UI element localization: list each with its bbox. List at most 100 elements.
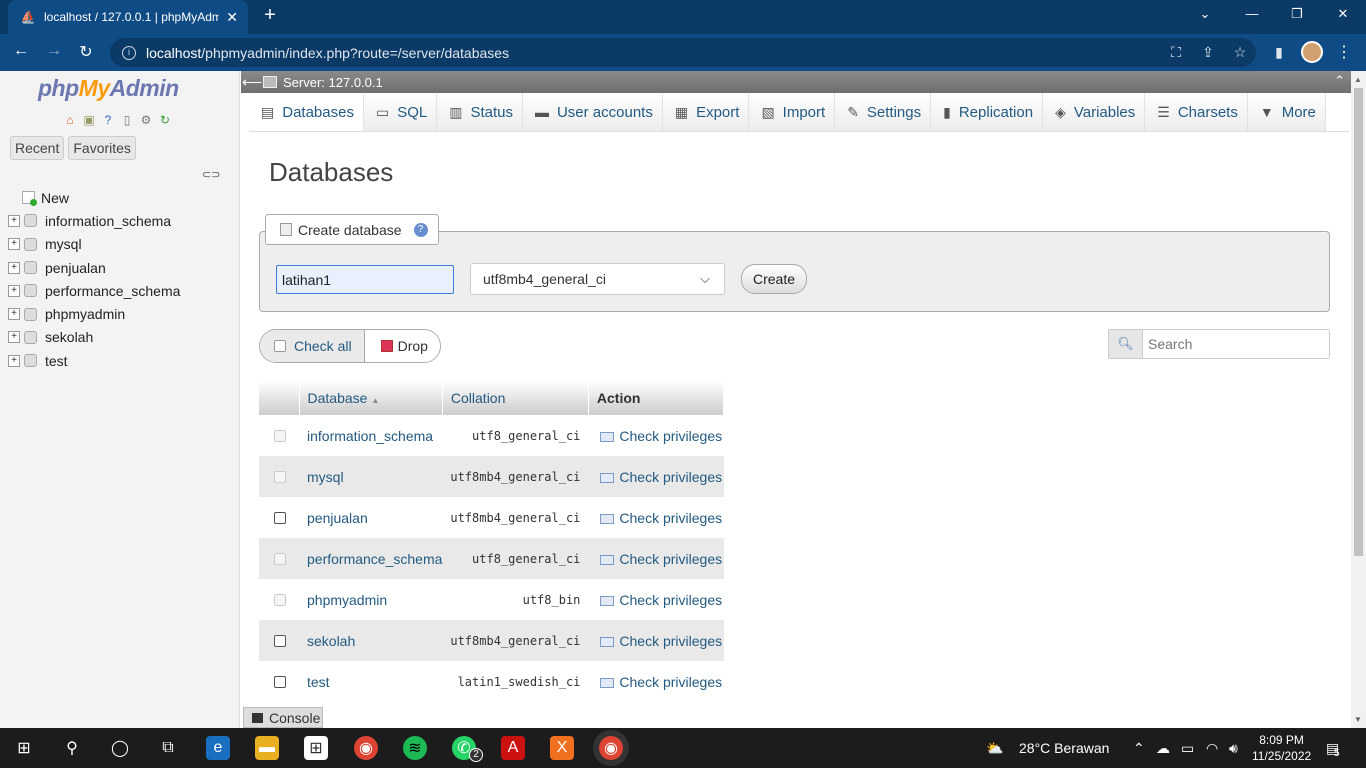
clock[interactable]: 8:09 PM 11/25/2022 (1252, 732, 1311, 764)
tree-item-mysql[interactable]: + mysql (8, 233, 180, 256)
docs-icon[interactable]: ▯ (119, 112, 135, 128)
page-scrollbar[interactable]: ▲ ▼ (1351, 71, 1366, 728)
recent-button[interactable]: Recent (10, 136, 65, 160)
browser-tab[interactable]: ⛵ localhost / 127.0.0.1 | phpMyAdm ✕ (8, 0, 248, 34)
wifi-icon[interactable]: ◠ (1206, 740, 1218, 757)
search-input[interactable] (1143, 330, 1329, 358)
expand-icon[interactable]: + (8, 308, 20, 321)
header-collation[interactable]: Collation (442, 381, 589, 415)
share-icon[interactable]: ⇪ (1199, 44, 1217, 61)
help-icon[interactable]: ? (413, 222, 428, 237)
expand-icon[interactable]: + (8, 238, 20, 251)
console-toggle[interactable]: Console (243, 707, 323, 728)
help-icon[interactable]: ? (100, 112, 116, 128)
check-all-checkbox[interactable] (274, 340, 286, 352)
reload-button[interactable]: ↻ (75, 42, 97, 62)
spotify-icon[interactable]: ≋ (403, 736, 427, 760)
restore-button[interactable]: ❐ (1287, 6, 1307, 22)
settings-gear-icon[interactable]: ⚙ (138, 112, 154, 128)
check-privileges-link[interactable]: Check privileges (588, 661, 724, 702)
tab-more[interactable]: ▼ More (1247, 93, 1326, 131)
bookmark-star-icon[interactable]: ☆ (1231, 44, 1249, 61)
browser-menu-icon[interactable]: ⋮ (1336, 42, 1352, 62)
tab-replication[interactable]: ▮ Replication (931, 93, 1044, 131)
onedrive-icon[interactable]: ☁ (1156, 740, 1170, 757)
chrome-icon[interactable]: ◉ (354, 736, 378, 760)
tree-item-penjualan[interactable]: + penjualan (8, 256, 180, 279)
close-tab-icon[interactable]: ✕ (226, 9, 238, 26)
xampp-icon[interactable]: X (550, 736, 574, 760)
favorites-button[interactable]: Favorites (68, 136, 136, 160)
tree-item-performance-schema[interactable]: + performance_schema (8, 279, 180, 302)
check-privileges-link[interactable]: Check privileges (588, 579, 724, 620)
tab-import[interactable]: ▧ Import (749, 93, 836, 131)
tab-charsets[interactable]: ☰ Charsets (1145, 93, 1248, 131)
expand-icon[interactable]: + (8, 331, 20, 344)
weather-text[interactable]: 28°C Berawan (1019, 740, 1109, 756)
scrollbar-thumb[interactable] (1354, 88, 1363, 556)
cortana-icon[interactable]: ◯ (108, 736, 132, 760)
database-link[interactable]: phpmyadmin (299, 579, 443, 620)
row-checkbox[interactable] (274, 634, 286, 647)
tab-sql[interactable]: ▭ SQL (363, 93, 438, 131)
create-button[interactable]: Create (741, 264, 807, 294)
database-link[interactable]: penjualan (299, 497, 443, 538)
acrobat-icon[interactable]: A (501, 736, 525, 760)
row-checkbox[interactable] (274, 511, 286, 524)
header-database[interactable]: Database ▲ (299, 381, 443, 415)
tree-item-sekolah[interactable]: + sekolah (8, 326, 180, 349)
expand-icon[interactable]: + (8, 354, 20, 367)
translate-icon[interactable]: ⛶ (1167, 44, 1185, 61)
collapse-nav-icon[interactable]: ⟵ (241, 74, 263, 91)
link-with-main-icon[interactable]: ⊂⊃ (202, 168, 220, 181)
tab-databases[interactable]: ▤ Databases (249, 93, 364, 131)
expand-icon[interactable]: + (8, 284, 20, 297)
database-link[interactable]: mysql (299, 456, 443, 497)
tree-item-phpmyadmin[interactable]: + phpmyadmin (8, 302, 180, 325)
battery-icon[interactable]: ▭ (1181, 740, 1194, 757)
check-privileges-link[interactable]: Check privileges (588, 415, 724, 456)
check-all-toggle[interactable]: Check all (260, 330, 365, 362)
collation-select[interactable]: utf8mb4_general_ci ⌵ (470, 263, 725, 295)
database-link[interactable]: test (299, 661, 443, 702)
expand-icon[interactable]: + (8, 261, 20, 274)
server-label[interactable]: Server: 127.0.0.1 (283, 75, 383, 90)
home-icon[interactable]: ⌂ (62, 112, 78, 128)
logout-icon[interactable]: ▣ (81, 112, 97, 128)
edge-icon[interactable]: e (206, 736, 230, 760)
side-panel-icon[interactable]: ▮ (1270, 44, 1288, 61)
minimize-button[interactable]: — (1242, 6, 1262, 21)
tab-user-accounts[interactable]: ▬ User accounts (522, 93, 663, 131)
database-link[interactable]: sekolah (299, 620, 443, 661)
database-name-input[interactable] (276, 265, 454, 294)
chevron-up-icon[interactable]: ⌃ (1133, 740, 1145, 757)
database-link[interactable]: information_schema (299, 415, 443, 456)
scroll-down-icon[interactable]: ▼ (1354, 715, 1362, 724)
phpmyadmin-logo[interactable]: phpMyAdmin (38, 75, 179, 102)
database-link[interactable]: performance_schema (299, 538, 443, 579)
tab-export[interactable]: ▦ Export (662, 93, 750, 131)
address-bar[interactable]: i localhost/phpmyadmin/index.php?route=/… (110, 38, 1256, 67)
site-info-icon[interactable]: i (122, 45, 136, 60)
tree-item-information-schema[interactable]: + information_schema (8, 209, 180, 232)
close-window-button[interactable]: ✕ (1333, 6, 1353, 22)
new-tab-button[interactable]: + (258, 4, 282, 27)
file-explorer-icon[interactable]: ▬ (255, 736, 279, 760)
scroll-top-icon[interactable]: ⌃ (1334, 73, 1345, 89)
check-privileges-link[interactable]: Check privileges (588, 456, 724, 497)
windows-start-icon[interactable]: ⊞ (12, 736, 36, 760)
scroll-up-icon[interactable]: ▲ (1354, 75, 1362, 84)
tree-item-new[interactable]: New (8, 186, 180, 209)
tree-item-test[interactable]: + test (8, 349, 180, 372)
check-privileges-link[interactable]: Check privileges (588, 538, 724, 579)
chrome-profile-icon[interactable]: ◉ (599, 736, 623, 760)
expand-icon[interactable]: + (8, 214, 20, 227)
profile-avatar[interactable] (1301, 41, 1323, 63)
tab-variables[interactable]: ◈ Variables (1043, 93, 1146, 131)
task-view-icon[interactable]: ⧉ (156, 736, 180, 760)
volume-icon[interactable]: 🔊︎ (1229, 740, 1238, 757)
reload-nav-icon[interactable]: ↻ (157, 112, 173, 128)
check-privileges-link[interactable]: Check privileges (588, 620, 724, 661)
row-checkbox[interactable] (274, 675, 286, 688)
search-icon[interactable]: ⚲ (60, 736, 84, 760)
